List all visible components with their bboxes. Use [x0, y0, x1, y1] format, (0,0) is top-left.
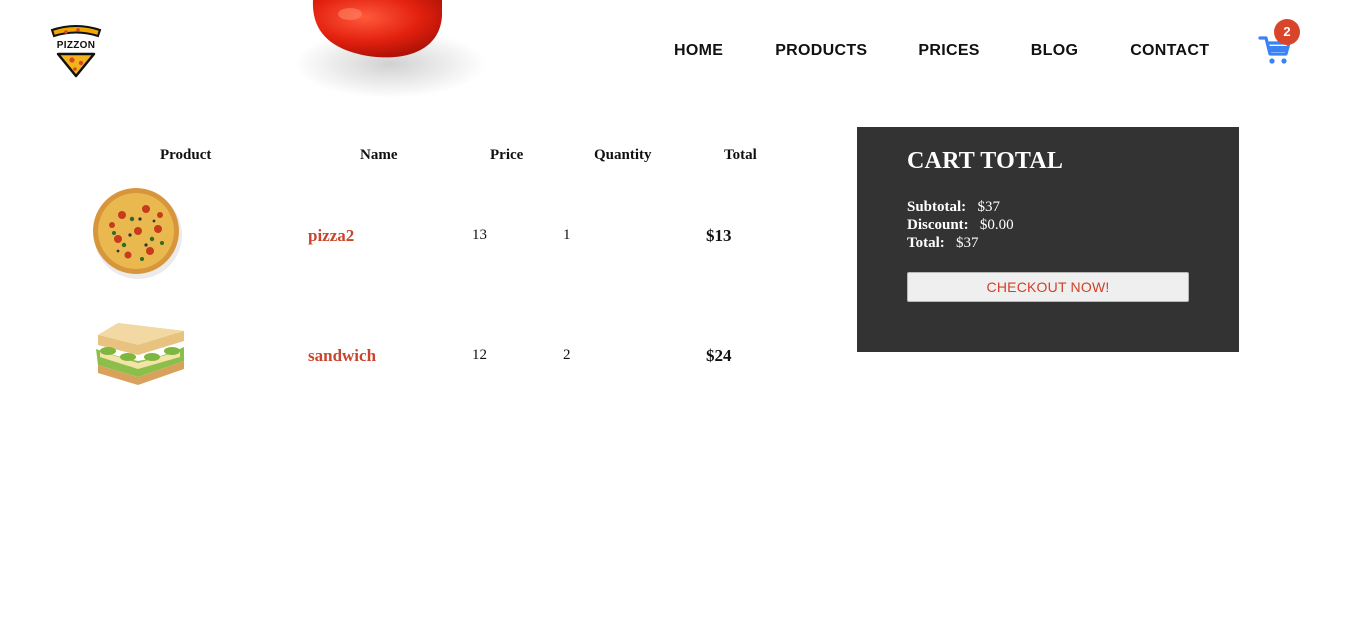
product-total: $24 [706, 346, 732, 365]
column-header-total: Total [724, 147, 757, 163]
cart-total-panel: CART TOTAL Subtotal: $37 Discount: $0.00… [857, 127, 1239, 352]
table-row: sandwich 12 2 $24 [0, 305, 800, 405]
cart-count-badge: 2 [1274, 19, 1300, 45]
column-header-name: Name [360, 147, 398, 163]
column-header-price: Price [490, 147, 524, 163]
discount-line: Discount: $0.00 [907, 217, 1014, 234]
total-line: Total: $37 [907, 235, 979, 252]
product-quantity: 1 [563, 227, 571, 243]
table-row: pizza2 13 1 $13 [0, 185, 800, 285]
tomato-image [294, 0, 486, 98]
total-label: Total: [907, 235, 945, 251]
product-price: 13 [472, 227, 487, 243]
cart-total-title: CART TOTAL [907, 148, 1064, 174]
subtotal-label: Subtotal: [907, 199, 967, 215]
sandwich-image [96, 323, 184, 385]
nav-link-blog[interactable]: BLOG [1031, 42, 1078, 60]
product-quantity: 2 [563, 347, 571, 363]
total-value: $37 [956, 235, 979, 251]
pizza-slice-logo-icon [50, 25, 102, 78]
column-header-quantity: Quantity [594, 147, 652, 163]
product-name-link[interactable]: sandwich [308, 346, 376, 366]
subtotal-value: $37 [977, 199, 1000, 215]
pizza-image [93, 188, 182, 279]
nav-link-prices[interactable]: PRICES [918, 42, 979, 60]
discount-label: Discount: [907, 217, 969, 233]
product-name-link[interactable]: pizza2 [308, 226, 354, 246]
column-header-product: Product [160, 147, 212, 163]
discount-value: $0.00 [979, 217, 1014, 233]
subtotal-line: Subtotal: $37 [907, 199, 1000, 216]
nav-link-contact[interactable]: CONTACT [1130, 42, 1209, 60]
main-nav: HOME PRODUCTS PRICES BLOG CONTACT [674, 42, 1209, 60]
brand-logo[interactable]: PIZZON [48, 24, 104, 78]
logo-text: PIZZON [56, 40, 96, 51]
nav-link-products[interactable]: PRODUCTS [775, 42, 867, 60]
nav-link-home[interactable]: HOME [674, 42, 723, 60]
product-total: $13 [706, 226, 732, 245]
checkout-button[interactable]: CHECKOUT NOW! [907, 272, 1189, 302]
product-price: 12 [472, 347, 487, 363]
